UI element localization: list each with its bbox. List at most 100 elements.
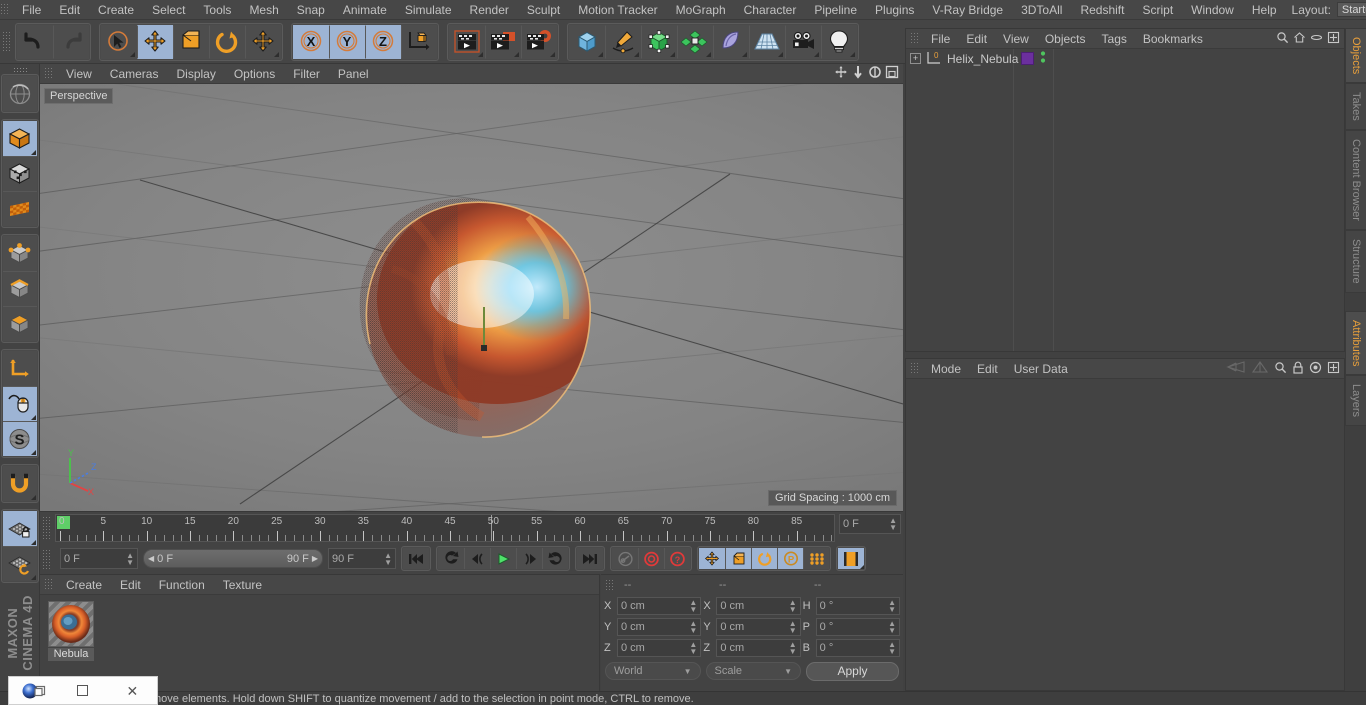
menu-item-3dtoall[interactable]: 3DToAll [1012, 0, 1071, 20]
start-frame-field[interactable]: 0 F ▲ ▼ [60, 548, 138, 569]
menu-item-edit[interactable]: Edit [111, 575, 150, 595]
range-right-arrow-icon[interactable]: ▶ [312, 554, 318, 563]
expand-icon[interactable]: + [910, 53, 921, 64]
menu-item-create[interactable]: Create [89, 0, 143, 20]
next-frame-icon[interactable] [516, 548, 542, 569]
viewport-3d[interactable]: Perspective Grid Spacing : 1000 cm Y X Z [40, 84, 903, 511]
vertical-tab-layers[interactable]: Layers [1345, 375, 1366, 427]
pan-icon[interactable] [834, 65, 848, 82]
menu-item-plugins[interactable]: Plugins [866, 0, 923, 20]
coordinate-mode-dropdown[interactable]: Scale ▼ [705, 662, 801, 680]
spinner-icon[interactable]: ▲ ▼ [689, 620, 697, 635]
menu-item-file[interactable]: File [923, 29, 958, 49]
rotation-key-icon[interactable] [751, 548, 777, 569]
rotation-field-b[interactable]: 0 ° ▲ ▼ [815, 639, 900, 657]
menu-item-view[interactable]: View [995, 29, 1037, 49]
world-object-axis-icon[interactable] [401, 24, 437, 59]
menubar-grip[interactable] [0, 3, 9, 16]
redo-icon[interactable] [53, 24, 89, 59]
menu-item-cameras[interactable]: Cameras [101, 64, 168, 84]
y-axis-icon[interactable]: Y [329, 24, 365, 59]
z-axis-icon[interactable]: Z [365, 24, 401, 59]
x-axis-icon[interactable]: X [293, 24, 329, 59]
go-to-start-icon[interactable] [403, 548, 429, 569]
menu-item-animate[interactable]: Animate [334, 0, 396, 20]
enable-axis-icon[interactable] [2, 351, 37, 387]
add-icon[interactable] [1327, 31, 1340, 47]
menu-item-objects[interactable]: Objects [1037, 29, 1094, 49]
menu-item-script[interactable]: Script [1133, 0, 1182, 20]
object-grip[interactable] [910, 32, 919, 45]
viewport-solo-icon[interactable] [2, 386, 37, 422]
menu-item-sculpt[interactable]: Sculpt [518, 0, 569, 20]
workplane-icon[interactable]: S [2, 421, 37, 457]
pla-key-icon[interactable] [803, 548, 829, 569]
material-tag-icon[interactable] [1021, 52, 1034, 65]
menu-item-render[interactable]: Render [461, 0, 518, 20]
maximize-view-icon[interactable] [885, 65, 899, 82]
spinner-icon[interactable]: ▲ ▼ [789, 620, 797, 635]
left-toolbar-grip[interactable] [12, 67, 27, 73]
go-to-end-icon[interactable] [577, 548, 603, 569]
position-field-x[interactable]: 0 cm ▲ ▼ [617, 597, 702, 615]
record-key-icon[interactable] [612, 548, 638, 569]
menu-item-help[interactable]: Help [1243, 0, 1286, 20]
visibility-dots-icon[interactable] [1040, 50, 1046, 67]
menu-item-mesh[interactable]: Mesh [240, 0, 287, 20]
spline-pen-icon[interactable] [605, 24, 641, 59]
make-editable-icon[interactable] [2, 121, 37, 157]
layout-dropdown[interactable]: Startup ▼ [1336, 2, 1366, 17]
param-key-icon[interactable]: P [777, 548, 803, 569]
minimize-square-icon[interactable] [58, 677, 107, 704]
spinner-icon[interactable]: ▲ ▼ [889, 517, 897, 532]
menu-item-simulate[interactable]: Simulate [396, 0, 461, 20]
current-frame-field[interactable]: 0 F ▲ ▼ [839, 514, 901, 534]
menu-item-v-ray-bridge[interactable]: V-Ray Bridge [923, 0, 1012, 20]
position-key-icon[interactable] [699, 548, 725, 569]
keyframe-selection-icon[interactable]: ? [664, 548, 690, 569]
vertical-tab-takes[interactable]: Takes [1345, 83, 1366, 131]
environment-icon[interactable] [713, 24, 749, 59]
menu-item-bookmarks[interactable]: Bookmarks [1135, 29, 1211, 49]
transport-grip[interactable] [42, 548, 51, 569]
range-left-arrow-icon[interactable]: ◀ [148, 554, 154, 563]
spinner-icon[interactable]: ▲ ▼ [888, 641, 896, 656]
magnet-icon[interactable] [2, 466, 37, 502]
lock-icon[interactable] [1292, 361, 1304, 377]
size-field-z[interactable]: 0 cm ▲ ▼ [716, 639, 801, 657]
material-grip[interactable] [44, 578, 53, 591]
search-icon[interactable] [1276, 31, 1289, 47]
menu-item-window[interactable]: Window [1182, 0, 1243, 20]
light-icon[interactable] [821, 24, 857, 59]
rotation-field-h[interactable]: 0 ° ▲ ▼ [815, 597, 900, 615]
floor-scene-icon[interactable] [749, 24, 785, 59]
menu-item-edit[interactable]: Edit [969, 359, 1006, 379]
vertical-tab-attributes[interactable]: Attributes [1345, 310, 1366, 376]
timeline-ruler[interactable]: 0 5 10 15 20 25 30 35 40 45 50 55 60 65 70 75 80 85 90 [55, 514, 835, 542]
spinner-icon[interactable]: ▲ ▼ [789, 641, 797, 656]
move-alt-icon[interactable] [245, 24, 281, 59]
ellipse-icon[interactable] [1310, 31, 1323, 47]
timeline-grip[interactable] [42, 516, 51, 540]
coordinate-system-dropdown[interactable]: World ▼ [605, 662, 701, 680]
vertical-tab-objects[interactable]: Objects [1345, 28, 1366, 84]
live-selection-icon[interactable] [101, 24, 137, 59]
menu-item-redshift[interactable]: Redshift [1071, 0, 1133, 20]
menu-item-user-data[interactable]: User Data [1006, 359, 1076, 379]
menu-item-edit[interactable]: Edit [958, 29, 995, 49]
play-loop-icon[interactable] [542, 548, 568, 569]
play-forward-icon[interactable] [490, 548, 516, 569]
polygons-mode-icon[interactable] [2, 306, 37, 342]
menu-item-options[interactable]: Options [225, 64, 284, 84]
menu-item-texture[interactable]: Texture [214, 575, 271, 595]
material-item[interactable]: Nebula [48, 601, 94, 661]
edges-mode-icon[interactable] [2, 271, 37, 307]
texture-mode-icon[interactable] [2, 191, 37, 227]
spinner-icon[interactable]: ▲ ▼ [789, 599, 797, 614]
menu-item-snap[interactable]: Snap [288, 0, 334, 20]
spinner-icon[interactable]: ▲ ▼ [888, 599, 896, 614]
object-tree[interactable]: + 0 Helix_Nebula [906, 49, 1344, 351]
menu-item-display[interactable]: Display [167, 64, 224, 84]
points-mode-icon[interactable] [2, 236, 37, 272]
viewport-grip[interactable] [44, 67, 53, 80]
